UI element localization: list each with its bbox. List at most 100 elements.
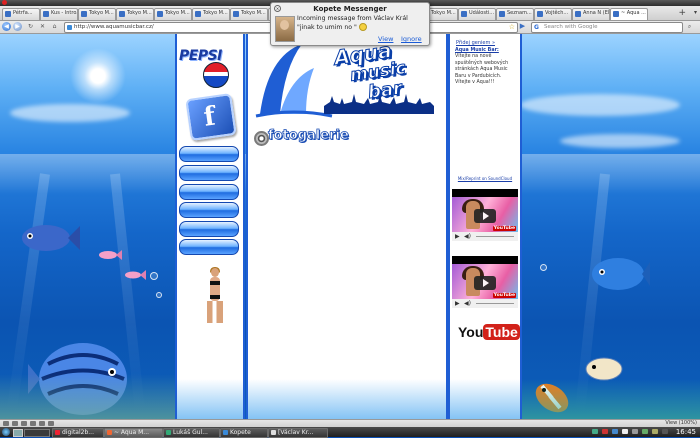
battery-tray-icon[interactable] <box>652 429 658 434</box>
menu-button-6[interactable] <box>179 239 239 255</box>
menu-button-1[interactable] <box>179 146 239 162</box>
play-control-icon[interactable]: ▶ <box>455 233 460 240</box>
video-controls[interactable]: ▶ ◀) <box>452 299 518 308</box>
play-icon[interactable] <box>474 276 496 290</box>
browser-tab[interactable]: Události... <box>458 8 496 20</box>
facebook-icon[interactable]: f <box>185 93 237 141</box>
soundcloud-link[interactable]: Mix/Reprint on SoundCloud <box>455 176 515 181</box>
stop-icon[interactable]: ✕ <box>38 22 47 31</box>
menu-button-5[interactable] <box>179 221 239 237</box>
youtube-logo[interactable]: You Tube <box>458 324 520 340</box>
aqua-logo-a-icon[interactable] <box>254 38 334 118</box>
tab-label: Tokyo M... <box>431 10 456 16</box>
tray-icon[interactable] <box>662 429 668 434</box>
menu-button-4[interactable] <box>179 202 239 218</box>
main-content: Aqua music bar fotogalerie <box>246 34 448 419</box>
volume-icon[interactable]: ◀) <box>464 233 471 240</box>
pager[interactable] <box>24 429 50 437</box>
browser-tab[interactable]: Seznam... <box>496 8 534 20</box>
blue-fish-left <box>22 225 80 251</box>
kopete-notification[interactable]: × Kopete Messenger Incoming message from… <box>270 2 430 46</box>
search-go-icon[interactable]: ⌕ <box>685 22 694 31</box>
camera-icon <box>254 131 269 146</box>
view-link[interactable]: View <box>378 35 393 43</box>
status-icon[interactable] <box>21 421 27 426</box>
tab-label: Anna N (Ele... <box>583 10 610 16</box>
language-flag-icon[interactable] <box>622 429 628 434</box>
tab-label: Události... <box>469 10 495 16</box>
bubble-decoration <box>540 264 547 271</box>
zoom-level[interactable]: View (100%) <box>665 420 697 426</box>
home-icon[interactable]: ⌂ <box>50 22 59 31</box>
tab-favicon-icon <box>195 11 201 17</box>
youtube-video-2[interactable]: YouTube ▶ ◀) <box>452 256 518 308</box>
status-icon[interactable] <box>39 421 45 426</box>
tab-label: Seznam... <box>507 10 532 16</box>
browser-tab[interactable]: Anna N (Ele... <box>572 8 610 20</box>
new-tab-button[interactable]: + <box>678 9 686 18</box>
seek-bar[interactable] <box>476 236 514 237</box>
menu-button-3[interactable] <box>179 184 239 200</box>
blue-fish-right <box>592 258 650 290</box>
welcome-lead[interactable]: Aqua Music Bar: <box>455 48 499 53</box>
status-icon[interactable] <box>48 421 54 426</box>
reload-icon[interactable]: ↻ <box>26 22 35 31</box>
taskbar: digital2b... ~ Aqua M... Lukáš Gul... Kopet… <box>0 427 700 438</box>
start-menu-icon[interactable] <box>2 428 10 436</box>
tab-label: Kus - Intro... <box>51 10 78 16</box>
browser-tab[interactable]: Pétrfa... <box>2 8 40 20</box>
welcome-text: Aqua Music Bar: Vítejte na nově spuštěný… <box>455 48 515 86</box>
tray-icon[interactable] <box>592 429 598 434</box>
window-menu-icon[interactable] <box>2 0 7 5</box>
back-icon[interactable]: ◀ <box>2 22 11 31</box>
status-icon[interactable] <box>30 421 36 426</box>
bookmark-star-icon[interactable]: ☆ <box>509 23 515 32</box>
browser-tab[interactable]: Vojtěch... <box>534 8 572 20</box>
coral-decoration <box>0 374 175 419</box>
smiley-icon <box>358 23 367 31</box>
volume-tray-icon[interactable] <box>632 429 638 434</box>
tab-label: Pétrfa... <box>13 10 33 16</box>
browser-tab[interactable]: Tokyo M... <box>154 8 192 20</box>
browser-tab[interactable]: Tokyo M... <box>78 8 116 20</box>
friend-link[interactable]: Přidej geniem » <box>456 40 495 46</box>
tab-favicon-icon <box>461 11 467 17</box>
show-desktop-icon[interactable] <box>13 429 23 437</box>
right-sidebar: Přidej geniem » Aqua Music Bar: Vítejte … <box>448 34 522 419</box>
facebook-glyph: f <box>201 101 218 133</box>
status-icon[interactable] <box>12 421 18 426</box>
clock[interactable]: 16:45 <box>676 427 696 437</box>
forward-icon[interactable]: ▶ <box>13 22 22 31</box>
browser-tab[interactable]: Tokyo M... <box>230 8 268 20</box>
play-control-icon[interactable]: ▶ <box>455 300 460 307</box>
browser-tab[interactable]: Tokyo M... <box>192 8 230 20</box>
network-tray-icon[interactable] <box>642 429 648 434</box>
site-favicon-icon <box>67 25 72 30</box>
tab-favicon-icon <box>613 11 619 17</box>
bikini-model-image <box>205 267 225 324</box>
menu-button-2[interactable] <box>179 165 239 181</box>
browser-tab[interactable]: ~ Aqua ... <box>610 8 648 20</box>
search-placeholder[interactable]: Search with Google <box>544 24 597 30</box>
go-icon[interactable]: ▶ <box>518 22 527 31</box>
browser-tab[interactable]: Tokyo M... <box>116 8 154 20</box>
tab-list-icon[interactable]: ▾ <box>694 9 697 16</box>
search-box[interactable]: G Search with Google <box>531 22 683 33</box>
volume-icon[interactable]: ◀) <box>464 300 471 307</box>
wave-decoration <box>177 379 243 419</box>
tab-favicon-icon <box>157 11 163 17</box>
tray-icon[interactable] <box>612 429 618 434</box>
youtube-logo-tube: Tube <box>483 324 520 340</box>
tray-icon[interactable] <box>602 429 608 434</box>
notification-line-2: "jinak to umim no " <box>297 24 357 31</box>
seek-bar[interactable] <box>476 303 514 304</box>
url-text[interactable]: http://www.aquamusicbar.cz/ <box>74 24 154 30</box>
ignore-link[interactable]: Ignore <box>401 35 422 43</box>
gallery-title[interactable]: fotogalerie <box>268 128 350 144</box>
notification-message: Incoming message from Václav Král "jinak… <box>297 15 408 32</box>
play-icon[interactable] <box>474 209 496 223</box>
youtube-video-1[interactable]: YouTube ▶ ◀) <box>452 189 518 241</box>
status-icon[interactable] <box>3 421 9 426</box>
video-controls[interactable]: ▶ ◀) <box>452 232 518 241</box>
browser-tab[interactable]: Kus - Intro... <box>40 8 78 20</box>
